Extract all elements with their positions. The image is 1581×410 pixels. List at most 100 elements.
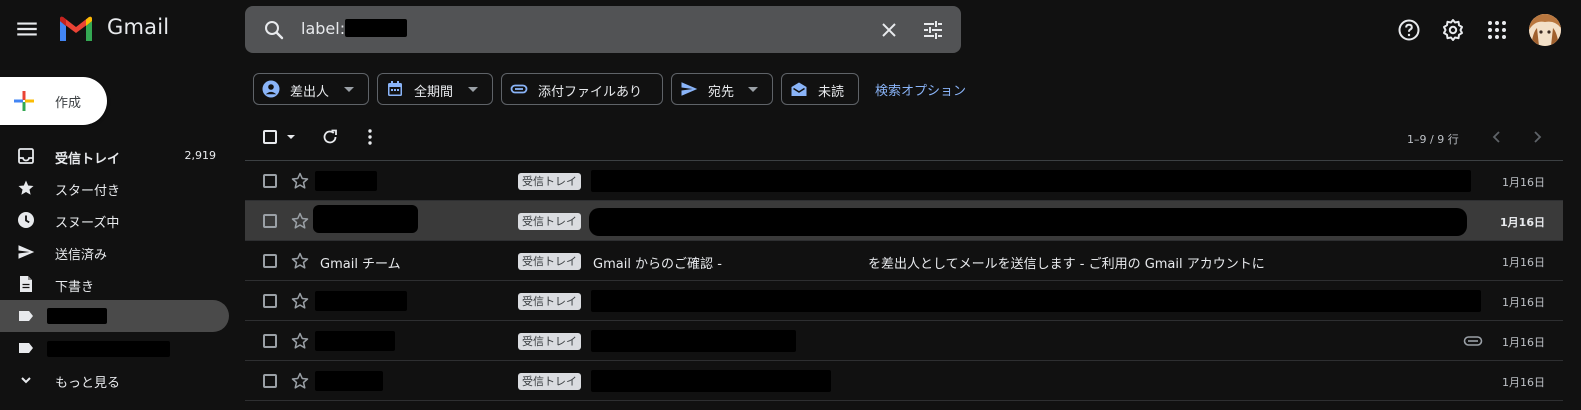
filter-chip-date[interactable]: 全期間 [377,73,493,105]
email-row[interactable]: 受信トレイ 1月16日 [245,281,1563,321]
star-outline-icon[interactable] [290,251,310,271]
row-checkbox[interactable] [263,214,277,228]
search-options-link[interactable]: 検索オプション [875,80,966,99]
compose-label: 作成 [55,96,82,111]
sidebar-nav: 受信トレイ 2,919 スター付き スヌーズ中 送信済み 下書き もっと見る [0,140,230,396]
inbox-label-badge[interactable]: 受信トレイ [518,213,581,230]
search-query: label: [301,19,346,38]
account-avatar[interactable] [1529,14,1561,46]
select-dropdown-icon[interactable] [287,135,295,139]
star-outline-icon[interactable] [290,291,310,311]
unread-mail-icon [790,80,808,98]
chevron-right-icon[interactable] [1528,128,1546,146]
help-icon[interactable] [1397,18,1421,42]
settings-gear-icon[interactable] [1441,18,1465,42]
inbox-icon [17,147,35,165]
inbox-label-badge[interactable]: 受信トレイ [518,253,581,270]
compose-button[interactable]: 作成 [0,77,107,125]
apps-grid-icon[interactable] [1485,18,1509,42]
chevron-left-icon[interactable] [1488,128,1506,146]
row-checkbox[interactable] [263,254,277,268]
gmail-logo-icon[interactable] [58,15,94,43]
email-row[interactable]: 受信トレイ 1月16日 [245,201,1563,241]
star-outline-icon[interactable] [290,211,310,231]
chip-label: 差出人 [290,85,330,100]
sidebar-item-label: スヌーズ中 [55,216,120,231]
chevron-down-icon [748,87,758,92]
chevron-down-icon [468,87,478,92]
email-subject: Gmail からのご確認 - [593,257,722,272]
redacted-sender [313,205,418,233]
email-date: 1月16日 [1502,176,1545,189]
refresh-icon[interactable] [320,127,340,147]
file-icon [17,275,35,293]
row-checkbox[interactable] [263,374,277,388]
email-row[interactable]: 受信トレイ 1月16日 [245,161,1563,201]
email-row[interactable]: Gmail チーム 受信トレイ Gmail からのご確認 - を差出人としてメー… [245,241,1563,281]
filter-chip-unread[interactable]: 未読 [781,73,859,105]
inbox-count: 2,919 [184,149,217,162]
redacted-subject [591,370,831,392]
sidebar-item-label: 下書き [55,280,95,295]
email-date: 1月16日 [1502,256,1545,269]
row-checkbox[interactable] [263,294,277,308]
inbox-label-badge[interactable]: 受信トレイ [518,333,581,350]
filter-chip-from[interactable]: 差出人 [253,73,369,105]
filter-chip-to[interactable]: 宛先 [671,73,773,105]
sidebar-item-label-active[interactable] [0,300,229,332]
person-icon [262,80,280,98]
email-list: 受信トレイ 1月16日 受信トレイ 1月16日 Gmail チーム 受信トレイ … [245,160,1563,401]
star-icon [17,179,35,197]
email-row[interactable]: 受信トレイ 1月16日 [245,321,1563,361]
sidebar-item-snoozed[interactable]: スヌーズ中 [0,204,229,236]
email-date: 1月16日 [1500,216,1545,229]
sidebar-item-sent[interactable]: 送信済み [0,236,229,268]
sidebar-item-label: 受信トレイ [55,152,121,167]
email-date: 1月16日 [1502,336,1545,349]
top-bar: Gmail label: [0,0,1581,60]
sidebar-item-label: 送信済み [55,248,108,263]
email-row[interactable]: 受信トレイ 1月16日 [245,361,1563,401]
main-menu-icon[interactable] [14,16,40,42]
sidebar-item-starred[interactable]: スター付き [0,172,229,204]
attachment-icon [510,80,528,98]
label-icon [17,307,35,325]
inbox-label-badge[interactable]: 受信トレイ [518,173,581,190]
filter-chip-has-attachment[interactable]: 添付ファイルあり [501,73,663,105]
inbox-label-badge[interactable]: 受信トレイ [518,373,581,390]
redacted-subject [591,290,1481,312]
sidebar-item-drafts[interactable]: 下書き [0,268,229,300]
star-outline-icon[interactable] [290,371,310,391]
inbox-label-badge[interactable]: 受信トレイ [518,293,581,310]
sidebar-item-more[interactable]: もっと見る [0,364,229,396]
chip-label: 未読 [818,85,845,100]
chip-label: 添付ファイルあり [538,85,643,100]
select-all-checkbox[interactable] [263,130,277,144]
more-options-icon[interactable] [360,127,380,147]
sidebar-item-label: スター付き [55,184,121,199]
email-date: 1月16日 [1502,376,1545,389]
attachment-icon[interactable] [1463,333,1483,349]
row-checkbox[interactable] [263,334,277,348]
send-icon [17,243,35,261]
email-date: 1月16日 [1502,296,1545,309]
redacted-subject [591,170,1471,192]
search-input[interactable]: label: [301,19,408,38]
row-checkbox[interactable] [263,174,277,188]
redacted-sender [315,331,395,351]
clear-search-icon[interactable] [877,18,901,42]
star-outline-icon[interactable] [290,331,310,351]
search-bar[interactable]: label: [245,6,961,53]
sidebar-item-label-other[interactable] [0,332,229,364]
app-title[interactable]: Gmail [107,15,169,39]
pagination-range: 1–9 / 9 行 [1407,133,1459,146]
search-icon[interactable] [262,18,286,42]
clock-icon [17,211,35,229]
calendar-icon [386,80,404,98]
star-outline-icon[interactable] [290,171,310,191]
sidebar-item-inbox[interactable]: 受信トレイ 2,919 [0,140,229,172]
email-sender: Gmail チーム [320,257,401,272]
search-options-icon[interactable] [921,18,945,42]
redacted-block [345,19,408,37]
redacted-sender [315,371,383,391]
